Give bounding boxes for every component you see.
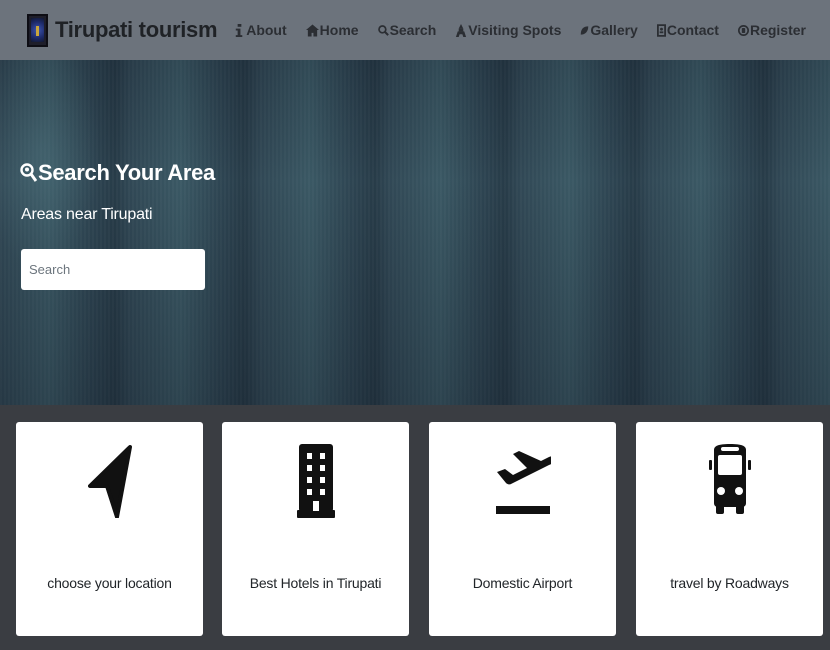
hero-subtitle: Areas near Tirupati [21, 206, 153, 223]
top-navbar: Tirupati tourism About Home Search Visit… [0, 0, 830, 60]
nav-link-label: Contact [666, 22, 719, 38]
card-roadways[interactable]: travel by Roadways [636, 422, 823, 636]
landmark-icon [456, 23, 467, 37]
card-label: choose your location [47, 575, 172, 591]
nav-link-search[interactable]: Search [377, 22, 437, 38]
nav-link-label: Home [319, 22, 359, 38]
card-airport[interactable]: Domestic Airport [429, 422, 616, 636]
hotel-building-icon [296, 444, 335, 518]
nav-link-label: About [246, 22, 287, 38]
card-location[interactable]: choose your location [16, 422, 203, 636]
home-icon [305, 23, 319, 37]
bus-icon [708, 444, 751, 514]
brand-title: Tirupati tourism [55, 17, 218, 42]
nav-link-label: Register [749, 22, 806, 38]
register-icon [737, 24, 749, 36]
nav-link-label: Search [389, 22, 437, 38]
nav-link-label: Visiting Spots [468, 22, 562, 38]
card-label: travel by Roadways [670, 575, 789, 591]
search-location-icon [20, 163, 37, 182]
plane-departure-icon [495, 451, 551, 514]
leaf-icon [581, 25, 589, 35]
hero-title-text: Search Your Area [38, 160, 215, 185]
feature-cards: choose your location Best Hotels in Tiru… [0, 405, 830, 650]
location-arrow-icon [87, 445, 132, 518]
card-label: Domestic Airport [472, 575, 573, 591]
info-icon [236, 23, 243, 37]
nav-link-home[interactable]: Home [305, 22, 359, 38]
hero-banner: Search Your Area Areas near Tirupati [0, 60, 830, 405]
nav-link-contact[interactable]: Contact [656, 22, 719, 38]
hero-title: Search Your Area [20, 160, 215, 186]
nav-link-label: Gallery [590, 22, 638, 38]
search-input[interactable] [21, 249, 205, 290]
nav-link-register[interactable]: Register [737, 22, 806, 38]
nav-link-gallery[interactable]: Gallery [580, 22, 638, 38]
brand[interactable]: Tirupati tourism [27, 13, 218, 47]
search-icon [377, 24, 389, 36]
nav-link-about[interactable]: About [234, 22, 287, 38]
card-hotels[interactable]: Best Hotels in Tirupati [222, 422, 409, 636]
card-label: Best Hotels in Tirupati [249, 575, 382, 591]
contact-card-icon [656, 23, 666, 37]
nav-links: About Home Search Visiting Spots Gallery… [215, 0, 806, 60]
brand-logo [27, 13, 48, 47]
nav-link-visiting-spots[interactable]: Visiting Spots [455, 22, 561, 38]
